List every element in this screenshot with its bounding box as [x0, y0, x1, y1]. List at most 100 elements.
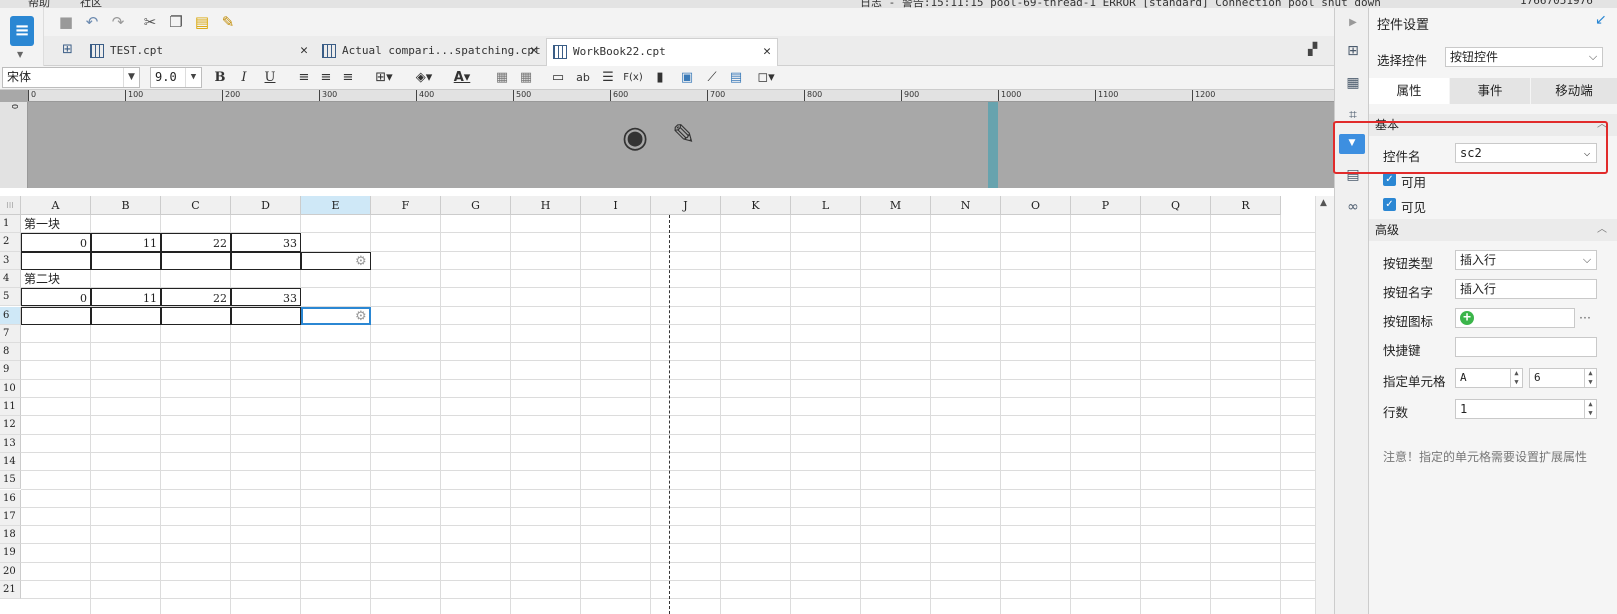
visible-checkbox[interactable]: ✓	[1383, 198, 1396, 211]
app-logo-icon[interactable]: ≡	[10, 16, 34, 46]
tab-test-cpt[interactable]: TEST.cpt ✕	[84, 38, 314, 66]
chevron-down-icon[interactable]: ▼	[123, 68, 139, 87]
column-header[interactable]: A	[21, 196, 91, 215]
row-header[interactable]: 3	[0, 251, 21, 270]
undo-icon[interactable]: ↶	[82, 12, 102, 32]
row-header[interactable]: 20	[0, 562, 21, 581]
align-center-icon[interactable]: ≡	[318, 68, 334, 88]
row-header[interactable]: 6	[0, 306, 21, 325]
column-header[interactable]: Q	[1141, 196, 1211, 215]
table-cell[interactable]: 22	[161, 288, 231, 307]
row-header[interactable]: 13	[0, 434, 21, 453]
font-size-select[interactable]: 9.0 ▼	[150, 67, 202, 88]
spreadsheet-grid[interactable]: ⁝⁝⁝ A B C D E F G H I J K L M N O P Q R 1 2 3 4 5 6 7 8 9 10 11 12 13 1…	[0, 196, 1315, 614]
spinner-icon[interactable]: ▲ ▼	[1510, 369, 1522, 387]
image-icon[interactable]: ▣	[678, 68, 696, 88]
section-advanced[interactable]: 高级 ︿	[1369, 219, 1617, 241]
dock-arrow-icon[interactable]: ↙	[1595, 12, 1607, 28]
table-cell[interactable]: 0	[21, 288, 91, 307]
app-menu-area[interactable]: ≡ ▼	[0, 8, 44, 66]
collapse-arrow-icon[interactable]: ▶	[1344, 14, 1362, 32]
hyperlink-icon[interactable]: ∞	[1344, 198, 1362, 216]
column-header[interactable]: E	[301, 196, 371, 215]
table-cell[interactable]	[161, 306, 231, 325]
column-header[interactable]: K	[721, 196, 791, 215]
column-header[interactable]: H	[511, 196, 581, 215]
chevron-up-icon[interactable]: ︿	[1597, 219, 1607, 241]
copy-icon[interactable]: ❐	[166, 12, 186, 32]
table-cell[interactable]: 33	[231, 233, 301, 252]
tab-properties[interactable]: 属性	[1369, 78, 1449, 104]
chevron-down-icon[interactable]: ▼	[17, 50, 23, 59]
new-report-icon[interactable]: ⊞	[62, 42, 73, 57]
table-cell[interactable]: 33	[231, 288, 301, 307]
column-header[interactable]: O	[1001, 196, 1071, 215]
select-all-corner[interactable]: ⁝⁝⁝	[0, 196, 21, 215]
table-cell[interactable]	[231, 306, 301, 325]
close-icon[interactable]: ✕	[763, 39, 771, 65]
sub-report-icon[interactable]: ▤	[728, 68, 744, 88]
button-icon-field[interactable]: +	[1455, 308, 1575, 328]
align-right-icon[interactable]: ≡	[340, 68, 356, 88]
save-icon[interactable]: ■	[56, 12, 76, 32]
spinner-icon[interactable]: ▲ ▼	[1584, 369, 1596, 387]
paste-icon[interactable]: ▤	[192, 12, 212, 32]
row-count-field[interactable]: 1 ▲ ▼	[1455, 399, 1597, 419]
gear-icon[interactable]: ⚙	[355, 254, 367, 269]
rich-text-icon[interactable]: ☰	[600, 68, 616, 88]
bold-button[interactable]: B	[212, 68, 228, 88]
table-cell[interactable]: 0	[21, 233, 91, 252]
cell-attributes-icon[interactable]: ⊞	[1344, 42, 1362, 60]
chevron-down-icon[interactable]: ▼	[185, 68, 201, 87]
table-cell[interactable]: 第二块	[21, 270, 91, 288]
vertical-scrollbar[interactable]: ▲	[1315, 196, 1334, 614]
chevron-down-icon[interactable]: ⌵	[1578, 251, 1596, 269]
column-header[interactable]: G	[441, 196, 511, 215]
close-icon[interactable]: ✕	[530, 38, 538, 64]
row-header[interactable]: 14	[0, 452, 21, 472]
row-header[interactable]: 19	[0, 544, 21, 563]
text-control-icon[interactable]: ▭	[550, 68, 566, 88]
row-header[interactable]: 17	[0, 507, 21, 527]
insert-object-icon[interactable]: ◻▾	[754, 68, 778, 88]
column-header[interactable]: M	[861, 196, 931, 215]
chart-icon[interactable]: ▮	[652, 68, 668, 88]
target-column-field[interactable]: A ▲ ▼	[1455, 368, 1523, 388]
column-header[interactable]: C	[161, 196, 231, 215]
pencil-icon[interactable]: ✎	[672, 118, 695, 151]
row-header[interactable]: 10	[0, 379, 21, 398]
redo-icon[interactable]: ↷	[108, 12, 128, 32]
table-cell[interactable]	[161, 251, 231, 270]
table-cell[interactable]: 11	[91, 288, 161, 307]
border-icon[interactable]: ⊞▾	[372, 68, 396, 88]
close-icon[interactable]: ✕	[300, 38, 308, 64]
fill-color-icon[interactable]: ◈▾	[412, 68, 436, 88]
unmerge-cells-icon[interactable]: ▦	[518, 68, 534, 88]
menu-community[interactable]: 社区	[80, 0, 102, 8]
chevron-down-icon[interactable]: ⌵	[1584, 48, 1602, 66]
table-cell[interactable]: 22	[161, 233, 231, 252]
table-cell[interactable]	[91, 251, 161, 270]
font-color-icon[interactable]: A▾	[450, 68, 474, 88]
format-painter-icon[interactable]: ✎	[218, 12, 238, 32]
row-header[interactable]: 4	[0, 269, 21, 289]
column-header[interactable]: R	[1211, 196, 1281, 215]
row-header[interactable]: 8	[0, 343, 21, 362]
page-boundary[interactable]	[988, 102, 998, 188]
row-header[interactable]: 7	[0, 324, 21, 344]
row-header[interactable]: 11	[0, 398, 21, 417]
row-header[interactable]: 16	[0, 489, 21, 508]
select-control-dropdown[interactable]: 按钮控件 ⌵	[1445, 47, 1603, 67]
row-header[interactable]: 1	[0, 215, 21, 234]
account-number[interactable]: 17667051976	[1520, 0, 1593, 7]
slash-icon[interactable]: ⟋	[704, 68, 720, 88]
table-cell[interactable]: 11	[91, 233, 161, 252]
column-header[interactable]: D	[231, 196, 301, 215]
italic-button[interactable]: I	[236, 68, 252, 88]
spinner-icon[interactable]: ▲ ▼	[1584, 400, 1596, 418]
eye-slash-icon[interactable]: ◉	[622, 120, 648, 155]
table-cell[interactable]	[21, 251, 91, 270]
row-header[interactable]: 21	[0, 581, 21, 600]
column-header[interactable]: J	[651, 196, 721, 215]
tab-actual-comparison[interactable]: Actual compari...spatching.cpt ✕	[316, 38, 544, 66]
